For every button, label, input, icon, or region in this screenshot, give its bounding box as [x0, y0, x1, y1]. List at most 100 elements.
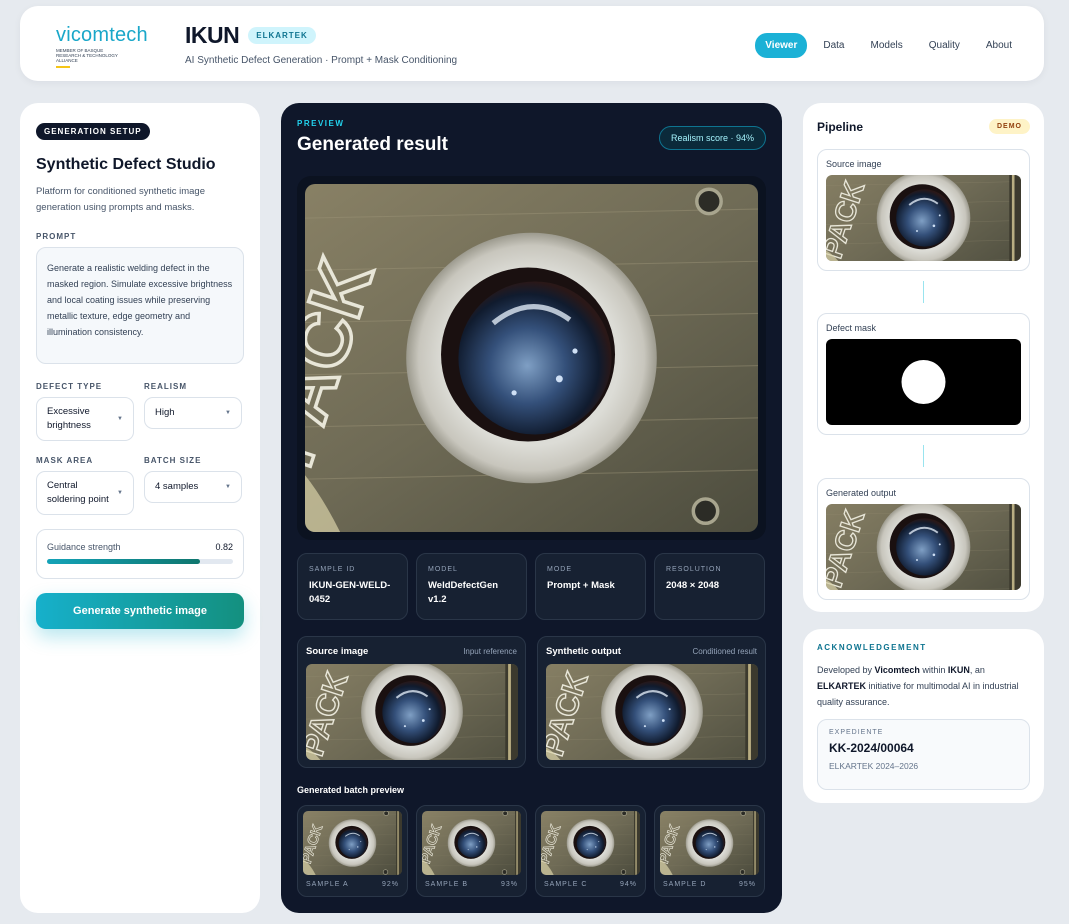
brand-block: IKUN ELKARTEK AI Synthetic Defect Genera…	[185, 22, 457, 66]
pipeline-step-output[interactable]: Generated output	[817, 478, 1030, 600]
pipeline-connector	[923, 445, 924, 467]
brand-subtitle: AI Synthetic Defect Generation · Prompt …	[185, 55, 458, 66]
app-header: vicomtech MEMBER OF BASQUE RESEARCH & TE…	[20, 6, 1044, 81]
expediente-code: KK-2024/00064	[829, 741, 914, 755]
meta-value: IKUN-GEN-WELD-0452	[309, 580, 391, 605]
source-image	[306, 664, 518, 760]
batch-score: 95%	[738, 881, 756, 888]
meta-key: RESOLUTION	[666, 566, 722, 573]
nav-about[interactable]: About	[976, 33, 1022, 58]
prompt-label: PROMPT	[36, 232, 77, 241]
realism-select[interactable]: High ▼	[144, 397, 242, 429]
ack-text: Developed by Vicomtech within IKUN, an E…	[817, 665, 1019, 707]
batch-preview: SAMPLE A 92% SAMPLE B 93% SAMPLE C 94% SAMP…	[297, 805, 765, 897]
expediente-years: ELKARTEK 2024–2026	[829, 761, 919, 771]
sample-metadata: SAMPLE ID IKUN-GEN-WELD-0452 MODEL WeldD…	[297, 553, 765, 620]
mask-area-value: Central soldering point	[47, 480, 109, 505]
output-subtitle: Conditioned result	[692, 647, 757, 656]
realism-value: High	[155, 407, 175, 418]
prompt-textarea[interactable]: Generate a realistic welding defect in t…	[36, 247, 244, 364]
source-thumbnail	[826, 175, 1021, 261]
expediente-card: EXPEDIENTE KK-2024/00064 ELKARTEK 2024–2…	[817, 719, 1030, 790]
synthetic-output-card[interactable]: Synthetic output Conditioned result	[537, 636, 766, 768]
pipeline-step-source[interactable]: Source image	[817, 149, 1030, 271]
brand-badge: ELKARTEK	[248, 27, 316, 44]
batch-sample-d[interactable]: SAMPLE D 95%	[654, 805, 765, 897]
generated-image-frame	[297, 176, 766, 540]
step-label: Generated output	[826, 488, 897, 498]
defect-type-value: Excessive brightness	[47, 406, 91, 431]
batch-size-select[interactable]: 4 samples ▼	[144, 471, 242, 503]
top-nav: Viewer Data Models Quality About	[755, 33, 1022, 58]
meta-key: MODEL	[428, 566, 458, 573]
meta-value: WeldDefectGen v1.2	[428, 580, 499, 605]
pipeline-panel: Pipeline DEMO Source image Defect mask G…	[803, 103, 1044, 612]
pipeline-step-mask[interactable]: Defect mask	[817, 313, 1030, 435]
output-thumbnail	[826, 504, 1021, 590]
logo-accent-bar	[56, 66, 70, 68]
batch-thumbnail	[541, 811, 640, 875]
generate-button[interactable]: Generate synthetic image	[36, 593, 244, 629]
ack-label: ACKNOWLEDGEMENT	[817, 643, 927, 652]
batch-sample-a[interactable]: SAMPLE A 92%	[297, 805, 408, 897]
meta-value: Prompt + Mask	[547, 580, 615, 591]
batch-sample-c[interactable]: SAMPLE C 94%	[535, 805, 646, 897]
batch-size-value: 4 samples	[155, 481, 199, 492]
meta-model: MODEL WeldDefectGen v1.2	[416, 553, 527, 620]
step-label: Source image	[826, 159, 882, 169]
meta-resolution: RESOLUTION 2048 × 2048	[654, 553, 765, 620]
guidance-label: Guidance strength	[47, 542, 121, 552]
nav-data[interactable]: Data	[813, 33, 854, 58]
logo-wordmark: vicomtech	[56, 24, 148, 46]
demo-badge: DEMO	[989, 119, 1030, 134]
source-subtitle: Input reference	[463, 647, 517, 656]
output-title: Synthetic output	[546, 646, 621, 657]
batch-sample-b[interactable]: SAMPLE B 93%	[416, 805, 527, 897]
realism-label: REALISM	[144, 382, 187, 391]
source-title: Source image	[306, 646, 369, 657]
batch-name: SAMPLE C	[544, 881, 588, 888]
meta-key: SAMPLE ID	[309, 566, 356, 573]
generated-image[interactable]	[305, 184, 758, 532]
guidance-fill	[47, 559, 200, 564]
pipeline-title: Pipeline	[817, 119, 864, 134]
vicomtech-logo[interactable]: vicomtech MEMBER OF BASQUE RESEARCH & TE…	[56, 24, 148, 68]
source-image-card[interactable]: Source image Input reference	[297, 636, 526, 768]
meta-key: MODE	[547, 566, 572, 573]
nav-models[interactable]: Models	[860, 33, 912, 58]
batch-thumbnail	[303, 811, 402, 875]
defect-type-select[interactable]: Excessive brightness ▼	[36, 397, 134, 441]
acknowledgement-panel: ACKNOWLEDGEMENT Developed by Vicomtech w…	[803, 629, 1044, 803]
expediente-label: EXPEDIENTE	[829, 729, 884, 736]
batch-score: 93%	[500, 881, 518, 888]
mask-area-select[interactable]: Central soldering point ▼	[36, 471, 134, 515]
nav-viewer[interactable]: Viewer	[755, 33, 808, 58]
defect-type-label: DEFECT TYPE	[36, 382, 103, 391]
setup-badge: GENERATION SETUP	[36, 123, 150, 140]
step-label: Defect mask	[826, 323, 877, 333]
chevron-down-icon: ▼	[225, 484, 231, 490]
meta-value: 2048 × 2048	[666, 580, 720, 591]
batch-preview-label: Generated batch preview	[297, 785, 405, 795]
generation-setup-panel: GENERATION SETUP Synthetic Defect Studio…	[20, 103, 260, 913]
brand-title: IKUN	[185, 22, 240, 48]
batch-score: 94%	[619, 881, 637, 888]
guidance-track[interactable]	[47, 559, 233, 564]
nav-quality[interactable]: Quality	[919, 33, 970, 58]
batch-thumbnail	[660, 811, 759, 875]
batch-score: 92%	[381, 881, 399, 888]
batch-thumbnail	[422, 811, 521, 875]
studio-description: Platform for conditioned synthetic image…	[36, 186, 205, 213]
mask-area-label: MASK AREA	[36, 456, 94, 465]
meta-mode: MODE Prompt + Mask	[535, 553, 646, 620]
guidance-slider[interactable]: Guidance strength 0.82	[36, 529, 244, 579]
pipeline-connector	[923, 281, 924, 303]
chevron-down-icon: ▼	[117, 416, 123, 422]
realism-score-badge: Realism score · 94%	[658, 126, 766, 150]
preview-panel: PREVIEW Generated result Realism score ·…	[281, 103, 782, 913]
chevron-down-icon: ▼	[117, 490, 123, 496]
comparison-row: Source image Input reference Synthetic o…	[297, 636, 766, 768]
guidance-value: 0.82	[215, 542, 233, 552]
logo-tagline: MEMBER OF BASQUE RESEARCH & TECHNOLOGY A…	[56, 48, 118, 63]
synthetic-image	[546, 664, 758, 760]
